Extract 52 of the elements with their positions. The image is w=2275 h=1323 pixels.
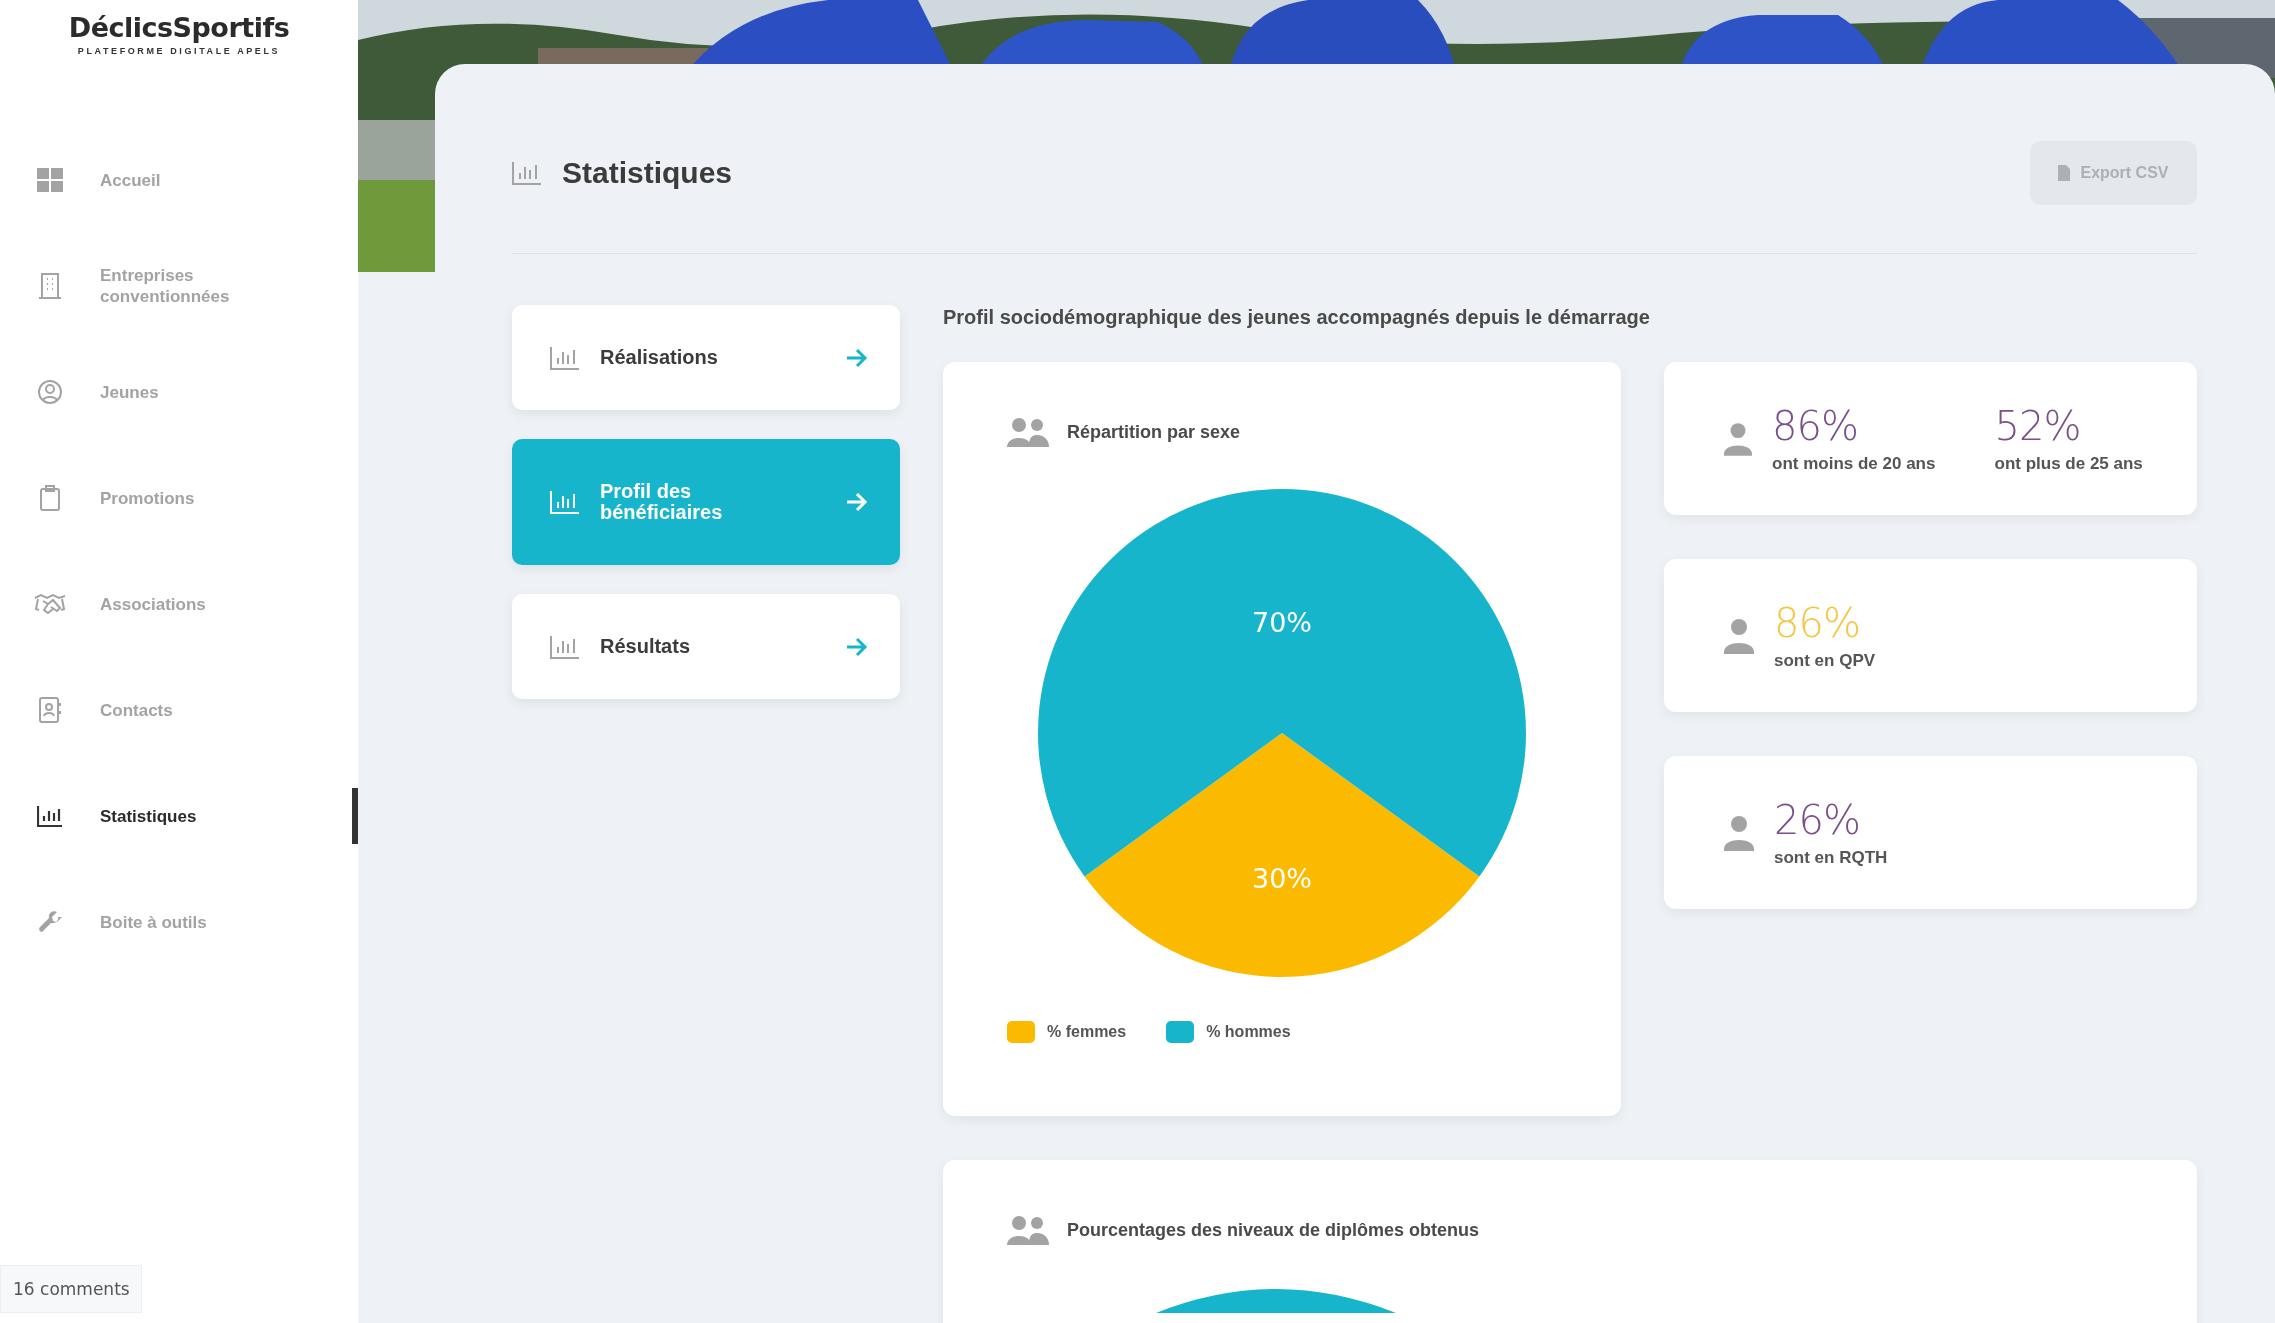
stat-label: ont plus de 25 ans <box>1994 453 2144 474</box>
arrow-right-icon <box>846 347 868 368</box>
nav-item[interactable]: Associations <box>0 551 358 657</box>
contact-card-icon <box>38 697 62 723</box>
nav-item[interactable]: Accueil <box>0 127 358 233</box>
stat-label: sont en QPV <box>1774 650 1877 671</box>
handshake-icon <box>34 593 66 615</box>
tab[interactable]: Réalisations <box>512 305 900 410</box>
stat-label: sont en RQTH <box>1774 847 1889 868</box>
stat-value: 26% <box>1774 797 1861 842</box>
bar-chart-icon <box>37 805 63 827</box>
arrow-right-icon <box>846 492 868 512</box>
export-csv-button[interactable]: Export CSV <box>2030 141 2197 205</box>
data-label: 30% <box>1252 863 1312 895</box>
legend-label: % hommes <box>1206 1023 1291 1041</box>
person-icon <box>1724 814 1754 851</box>
clipboard-icon <box>39 485 61 511</box>
bar-chart-icon <box>550 634 580 659</box>
stat-value: 86% <box>1774 600 1861 645</box>
bar-chart-icon <box>550 490 580 514</box>
wrench-icon <box>37 909 63 935</box>
nav-item[interactable]: Boite à outils <box>0 869 358 975</box>
page-title: Statistiques <box>562 156 733 190</box>
logo-name: DéclicsSportifs <box>68 12 290 43</box>
building-icon <box>39 273 61 299</box>
file-icon <box>2058 165 2071 181</box>
data-label: 70% <box>1252 607 1312 639</box>
stat-value: 52% <box>1994 403 2082 448</box>
person-icon <box>1724 420 1752 457</box>
nav-item[interactable]: Statistiques <box>0 788 358 844</box>
logo-tagline: PLATEFORME DIGITALE APELS <box>77 46 281 56</box>
group-icon <box>1007 1215 1049 1245</box>
bar-chart-icon <box>550 345 580 370</box>
person-icon <box>1724 617 1754 654</box>
stat-value: 86% <box>1772 403 1859 448</box>
card-title: Pourcentages des niveaux de diplômes obtenus <box>1067 1219 1480 1241</box>
nav-item[interactable]: Promotions <box>0 445 358 551</box>
grid-icon <box>37 168 63 192</box>
nav-item[interactable]: Entreprises conventionnées <box>0 233 358 339</box>
tab[interactable]: Profil des bénéficiaires <box>512 439 900 565</box>
nav-item[interactable]: Jeunes <box>0 339 358 445</box>
section-title: Profil sociodémographique des jeunes accompagnés depuis le démarrage <box>943 305 1651 330</box>
tab[interactable]: Résultats <box>512 594 900 699</box>
bar-chart-icon <box>512 161 542 185</box>
stat-label: ont moins de 20 ans <box>1772 453 1937 474</box>
legend-label: % femmes <box>1047 1023 1127 1041</box>
comments-badge[interactable]: 16 comments <box>0 1265 142 1313</box>
user-circle-icon <box>37 379 63 405</box>
group-icon <box>1007 417 1049 447</box>
card-title: Répartition par sexe <box>1067 421 1241 443</box>
arrow-right-icon <box>846 636 868 657</box>
nav-item[interactable]: Contacts <box>0 657 358 763</box>
